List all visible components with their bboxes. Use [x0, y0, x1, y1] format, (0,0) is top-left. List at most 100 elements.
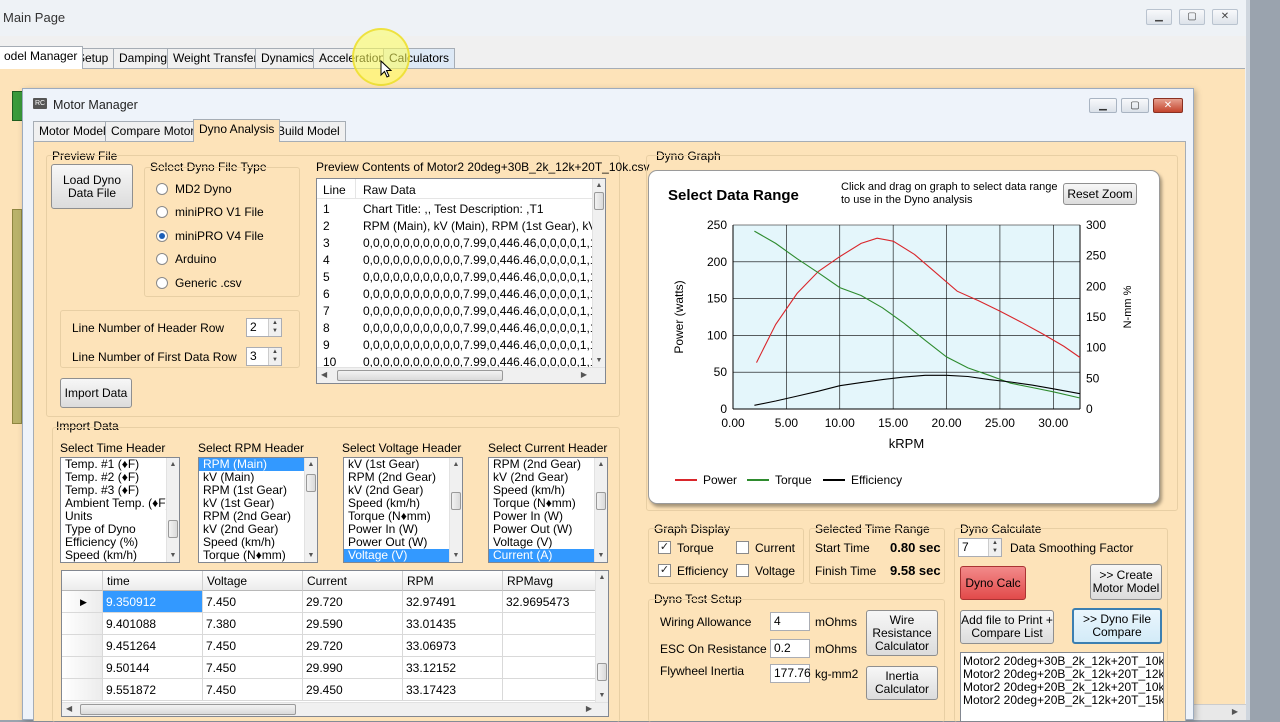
table-row[interactable]: 9.401088 7.380 29.590 33.01435: [62, 613, 597, 635]
esc-resistance-input[interactable]: 0.2: [770, 639, 810, 658]
maximize-button[interactable]: ▢: [1179, 9, 1205, 25]
tab-dyno-analysis[interactable]: Dyno Analysis: [193, 119, 281, 142]
smoothing-spinner[interactable]: 7 ▲ ▼: [958, 538, 1002, 557]
tab-dynamics[interactable]: Dynamics: [255, 48, 320, 68]
preview-row[interactable]: 1 Chart Title: ,, Test Description: ,T1: [317, 200, 593, 217]
preview-row[interactable]: 4 0,0,0,0,0,0,0,0,0,0,7.99,0,446.46,0,0,0…: [317, 251, 593, 268]
close-button[interactable]: ✕: [1212, 9, 1238, 25]
table-cell[interactable]: 7.450: [203, 591, 303, 613]
table-cell[interactable]: 32.9695473: [503, 591, 597, 613]
load-dyno-file-button[interactable]: Load Dyno Data File: [51, 164, 133, 209]
grid-column-header[interactable]: RPMavg: [503, 571, 597, 591]
grid-column-header[interactable]: RPM: [403, 571, 503, 591]
grid-column-header[interactable]: Voltage: [203, 571, 303, 591]
radio-md2-dyno[interactable]: [156, 183, 168, 195]
table-cell[interactable]: 9.401088: [103, 613, 203, 635]
preview-vscrollbar[interactable]: ▲ ▼: [592, 179, 605, 367]
table-row[interactable]: 9.50144 7.450 29.990 33.12152: [62, 657, 597, 679]
header-list-item[interactable]: Time (s): [65, 562, 109, 563]
current-header-list[interactable]: RPM (2nd Gear) kV (2nd Gear) Speed (km/h) T…: [488, 457, 608, 563]
first-data-spin-arrows[interactable]: ▲ ▼: [268, 348, 281, 365]
header-list-item[interactable]: Torque (N♦mm): [199, 549, 317, 562]
table-cell[interactable]: 9.551872: [103, 679, 203, 701]
table-cell[interactable]: 29.990: [303, 657, 403, 679]
main-title-bar[interactable]: Main Page ▁ ▢ ✕: [0, 0, 1250, 36]
table-row[interactable]: 9.551872 7.450 29.450 33.17423: [62, 679, 597, 701]
tab-compare-motors[interactable]: Compare Motors: [105, 121, 207, 141]
row-header[interactable]: ▶: [62, 591, 103, 613]
preview-row[interactable]: 3 0,0,0,0,0,0,0,0,0,0,7.99,0,446.46,0,0,0…: [317, 234, 593, 251]
dyno-chart[interactable]: 0.00 5.00 10.00 15.00 20.00 25.00 30.00 0 50 100 1…: [649, 171, 1159, 503]
wire-resistance-calc-button[interactable]: Wire Resistance Calculator: [866, 610, 938, 656]
voltage-checkbox[interactable]: [736, 564, 749, 577]
preview-row[interactable]: 7 0,0,0,0,0,0,0,0,0,0,7.99,0,446.46,0,0,0…: [317, 302, 593, 319]
header-list-item[interactable]: Voltage (V): [344, 549, 462, 562]
table-cell[interactable]: 9.50144: [103, 657, 203, 679]
inertia-calc-button[interactable]: Inertia Calculator: [866, 666, 938, 700]
radio-arduino[interactable]: [156, 253, 168, 265]
tab-damping[interactable]: Damping: [113, 48, 174, 68]
tab-motor-model[interactable]: Motor Model: [33, 121, 112, 141]
table-cell[interactable]: 7.450: [203, 635, 303, 657]
table-cell[interactable]: 29.590: [303, 613, 403, 635]
grid-vscrollbar[interactable]: ▲ ▼: [595, 571, 608, 702]
table-cell[interactable]: 33.17423: [403, 679, 503, 701]
preview-row[interactable]: 9 0,0,0,0,0,0,0,0,0,0,7.99,0,446.46,0,0,0…: [317, 336, 593, 353]
table-cell[interactable]: 29.450: [303, 679, 403, 701]
preview-row[interactable]: 5 0,0,0,0,0,0,0,0,0,0,7.99,0,446.46,0,0,0…: [317, 268, 593, 285]
table-cell[interactable]: 32.97491: [403, 591, 503, 613]
add-to-compare-button[interactable]: Add file to Print + Compare List: [960, 610, 1054, 644]
row-header[interactable]: [62, 679, 103, 701]
main-hscrollbar[interactable]: ▶: [1190, 704, 1246, 720]
efficiency-checkbox[interactable]: ✓: [658, 564, 671, 577]
table-cell[interactable]: 9.451264: [103, 635, 203, 657]
preview-contents-list[interactable]: Line Raw Data 1 Chart Title: ,, Test Desc…: [316, 178, 606, 384]
radio-generic-csv[interactable]: [156, 277, 168, 289]
list-vscrollbar[interactable]: ▲ ▼: [304, 458, 317, 562]
minimize-button[interactable]: ▁: [1146, 9, 1172, 25]
dyno-chart-panel[interactable]: Select Data Range Click and drag on grap…: [648, 170, 1160, 504]
header-row-spin-arrows[interactable]: ▲ ▼: [268, 319, 281, 336]
mm-maximize-button[interactable]: ▢: [1121, 98, 1149, 113]
smoothing-spin-arrows[interactable]: ▲ ▼: [988, 539, 1001, 556]
list-vscrollbar[interactable]: ▲ ▼: [594, 458, 607, 562]
tab-model-manager[interactable]: odel Manager: [0, 46, 84, 69]
rpm-header-list[interactable]: RPM (Main) kV (Main) RPM (1st Gear) kV (1st…: [198, 457, 318, 563]
table-cell[interactable]: 7.380: [203, 613, 303, 635]
flywheel-inertia-input[interactable]: 177.76: [770, 664, 811, 683]
dyno-calc-button[interactable]: Dyno Calc: [960, 566, 1026, 600]
list-vscrollbar[interactable]: ▲ ▼: [166, 458, 179, 562]
table-row[interactable]: 9.451264 7.450 29.720 33.06973: [62, 635, 597, 657]
tab-build-model[interactable]: Build Model: [271, 121, 346, 141]
table-cell[interactable]: [503, 613, 597, 635]
voltage-header-list[interactable]: kV (1st Gear) RPM (2nd Gear) kV (2nd Gear)…: [343, 457, 463, 563]
compare-file-list[interactable]: Motor2 20deg+30B_2k_12k+20T_10k.csv Motor…: [960, 652, 1164, 722]
table-cell[interactable]: 9.350912: [103, 591, 203, 613]
grid-column-header[interactable]: Current: [303, 571, 403, 591]
table-cell[interactable]: 33.12152: [403, 657, 503, 679]
radio-minipro-v4[interactable]: [156, 230, 168, 242]
table-cell[interactable]: 33.06973: [403, 635, 503, 657]
table-cell[interactable]: 7.450: [203, 679, 303, 701]
wiring-allowance-input[interactable]: 4: [770, 612, 810, 631]
compare-file-item[interactable]: Motor2 20deg+20B_2k_12k+20T_15k.csv: [961, 694, 1163, 707]
list-vscrollbar[interactable]: ▲ ▼: [449, 458, 462, 562]
preview-row[interactable]: 6 0,0,0,0,0,0,0,0,0,0,7.99,0,446.46,0,0,0…: [317, 285, 593, 302]
preview-hscrollbar[interactable]: ◀ ▶: [317, 367, 605, 383]
imported-data-grid[interactable]: time Voltage Current RPM RPMavg ▶ 9.350912 7.4…: [61, 570, 609, 717]
first-data-row-spinner[interactable]: 3 ▲ ▼: [246, 347, 282, 366]
preview-row[interactable]: 2 RPM (Main), kV (Main), RPM (1st Gear), …: [317, 217, 593, 234]
table-cell[interactable]: [503, 635, 597, 657]
table-cell[interactable]: 29.720: [303, 591, 403, 613]
table-cell[interactable]: 29.720: [303, 635, 403, 657]
table-row[interactable]: ▶ 9.350912 7.450 29.720 32.97491 32.9695473: [62, 591, 597, 613]
row-header[interactable]: [62, 657, 103, 679]
row-header[interactable]: [62, 635, 103, 657]
torque-checkbox[interactable]: ✓: [658, 541, 671, 554]
preview-row[interactable]: 10 0,0,0,0,0,0,0,0,0,0,7.99,0,446.46,0,0,…: [317, 353, 593, 368]
table-cell[interactable]: [503, 679, 597, 701]
radio-minipro-v1[interactable]: [156, 206, 168, 218]
current-checkbox[interactable]: [736, 541, 749, 554]
header-row-spinner[interactable]: 2 ▲ ▼: [246, 318, 282, 337]
grid-hscrollbar[interactable]: ◀ ▶: [62, 702, 608, 716]
